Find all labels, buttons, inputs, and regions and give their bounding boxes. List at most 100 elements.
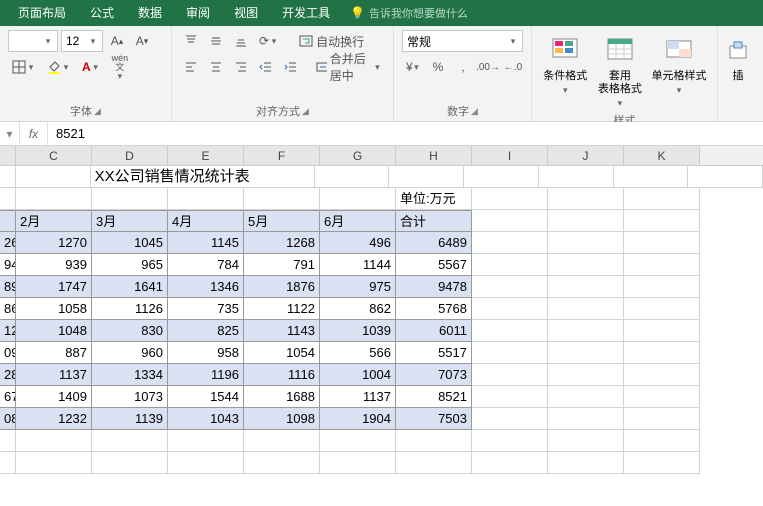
table-cell[interactable]: 865 xyxy=(0,298,16,320)
table-cell[interactable]: 1073 xyxy=(92,386,168,408)
border-button[interactable]: ▾ xyxy=(8,56,40,78)
table-cell[interactable]: 5567 xyxy=(396,254,472,276)
table-cell[interactable]: 1409 xyxy=(16,386,92,408)
tab-developer[interactable]: 开发工具 xyxy=(270,0,342,26)
table-cell[interactable]: 1747 xyxy=(16,276,92,298)
table-cell[interactable]: 9478 xyxy=(396,276,472,298)
table-cell[interactable]: 087 xyxy=(0,408,16,430)
table-cell[interactable]: 1232 xyxy=(16,408,92,430)
table-cell[interactable]: 1137 xyxy=(16,364,92,386)
phonetic-button[interactable]: wén文▾ xyxy=(108,56,133,78)
tab-review[interactable]: 审阅 xyxy=(174,0,222,26)
table-cell[interactable]: 1196 xyxy=(168,364,244,386)
tab-data[interactable]: 数据 xyxy=(126,0,174,26)
decrease-indent-button[interactable] xyxy=(255,56,277,78)
table-cell[interactable]: 5517 xyxy=(396,342,472,364)
table-cell[interactable]: 1268 xyxy=(244,232,320,254)
orientation-button[interactable]: ⟳▾ xyxy=(255,30,283,52)
table-cell[interactable]: 893 xyxy=(0,276,16,298)
table-cell[interactable]: 1688 xyxy=(244,386,320,408)
merge-center-button[interactable]: 合并后居中▾ xyxy=(312,56,385,78)
font-size-combo[interactable]: 12▾ xyxy=(61,30,103,52)
fx-button[interactable]: fx xyxy=(20,122,48,145)
table-cell[interactable]: 887 xyxy=(16,342,92,364)
table-cell[interactable]: 1045 xyxy=(92,232,168,254)
align-center-button[interactable] xyxy=(205,56,227,78)
table-cell[interactable]: 1904 xyxy=(320,408,396,430)
fill-color-button[interactable]: ▾ xyxy=(43,56,75,78)
col-header-C[interactable]: C xyxy=(16,146,92,165)
table-cell[interactable]: 566 xyxy=(320,342,396,364)
table-cell[interactable]: 1116 xyxy=(244,364,320,386)
table-cell[interactable]: 1346 xyxy=(168,276,244,298)
tell-me[interactable]: 💡 告诉我你想要做什么 xyxy=(350,5,468,21)
table-cell[interactable]: 1122 xyxy=(244,298,320,320)
table-cell[interactable]: 1058 xyxy=(16,298,92,320)
table-cell[interactable]: 092 xyxy=(0,342,16,364)
align-top-button[interactable] xyxy=(180,30,202,52)
formula-input[interactable] xyxy=(48,122,763,145)
table-cell[interactable]: 1641 xyxy=(92,276,168,298)
align-bottom-button[interactable] xyxy=(230,30,252,52)
table-cell[interactable]: 286 xyxy=(0,364,16,386)
dialog-launcher-icon[interactable]: ◢ xyxy=(94,106,101,117)
increase-indent-button[interactable] xyxy=(280,56,302,78)
table-cell[interactable]: 126 xyxy=(0,320,16,342)
table-cell[interactable]: 8521 xyxy=(396,386,472,408)
dialog-launcher-icon[interactable]: ◢ xyxy=(471,106,478,117)
table-cell[interactable]: 1144 xyxy=(320,254,396,276)
table-cell[interactable]: 830 xyxy=(92,320,168,342)
col-header-K[interactable]: K xyxy=(624,146,700,165)
tab-view[interactable]: 视图 xyxy=(222,0,270,26)
align-right-button[interactable] xyxy=(230,56,252,78)
col-header-stub[interactable] xyxy=(0,146,16,165)
table-cell[interactable]: 1054 xyxy=(244,342,320,364)
align-left-button[interactable] xyxy=(180,56,202,78)
table-cell[interactable]: 1137 xyxy=(320,386,396,408)
decrease-font-button[interactable]: A▾ xyxy=(131,30,153,52)
table-cell[interactable]: 7073 xyxy=(396,364,472,386)
table-cell[interactable]: 1043 xyxy=(168,408,244,430)
table-cell[interactable]: 791 xyxy=(244,254,320,276)
table-cell[interactable]: 960 xyxy=(92,342,168,364)
table-cell[interactable]: 784 xyxy=(168,254,244,276)
table-cell[interactable]: 6011 xyxy=(396,320,472,342)
table-cell[interactable]: 7503 xyxy=(396,408,472,430)
table-cell[interactable]: 1139 xyxy=(92,408,168,430)
font-name-combo[interactable]: ▾ xyxy=(8,30,58,52)
percent-button[interactable]: % xyxy=(427,56,449,78)
table-cell[interactable]: 965 xyxy=(92,254,168,276)
cell-styles-button[interactable]: 单元格样式▾ xyxy=(649,30,709,110)
spreadsheet-grid[interactable]: XX公司销售情况统计表 单位:万元 2月3月4月5月6月合计 265127010… xyxy=(0,166,763,474)
col-header-F[interactable]: F xyxy=(244,146,320,165)
tab-page-layout[interactable]: 页面布局 xyxy=(6,0,78,26)
table-cell[interactable]: 862 xyxy=(320,298,396,320)
table-cell[interactable]: 6489 xyxy=(396,232,472,254)
table-cell[interactable]: 1143 xyxy=(244,320,320,342)
table-cell[interactable]: 1098 xyxy=(244,408,320,430)
table-cell[interactable]: 1270 xyxy=(16,232,92,254)
table-cell[interactable]: 496 xyxy=(320,232,396,254)
insert-button[interactable]: 插 xyxy=(726,30,750,83)
table-cell[interactable]: 1004 xyxy=(320,364,396,386)
col-header-J[interactable]: J xyxy=(548,146,624,165)
table-cell[interactable]: 1544 xyxy=(168,386,244,408)
col-header-H[interactable]: H xyxy=(396,146,472,165)
comma-button[interactable]: , xyxy=(452,56,474,78)
table-cell[interactable]: 265 xyxy=(0,232,16,254)
table-cell[interactable]: 735 xyxy=(168,298,244,320)
namebox-expand[interactable]: ▾ xyxy=(0,122,20,145)
table-cell[interactable]: 5768 xyxy=(396,298,472,320)
table-cell[interactable]: 1126 xyxy=(92,298,168,320)
increase-decimal-button[interactable]: .00→ xyxy=(477,56,499,78)
table-cell[interactable]: 1334 xyxy=(92,364,168,386)
table-cell[interactable]: 670 xyxy=(0,386,16,408)
table-cell[interactable]: 825 xyxy=(168,320,244,342)
decrease-decimal-button[interactable]: ←.0 xyxy=(502,56,524,78)
col-header-E[interactable]: E xyxy=(168,146,244,165)
conditional-format-button[interactable]: 条件格式▾ xyxy=(540,30,591,110)
align-middle-button[interactable] xyxy=(205,30,227,52)
table-cell[interactable]: 1145 xyxy=(168,232,244,254)
wrap-text-button[interactable]: 自动换行 xyxy=(295,30,368,52)
tab-formulas[interactable]: 公式 xyxy=(78,0,126,26)
